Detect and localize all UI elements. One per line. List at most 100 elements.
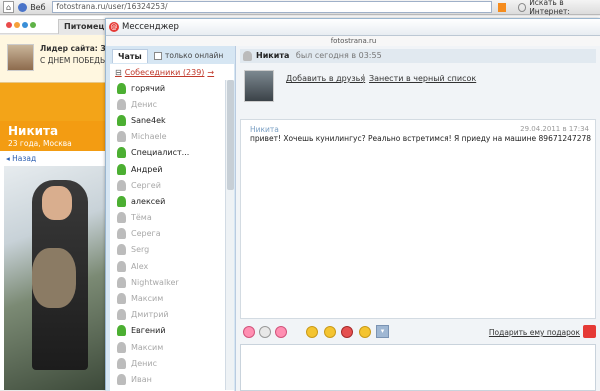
address-bar[interactable]: fotostrana.ru/user/16324253/ bbox=[51, 1, 492, 13]
heart-smiley-icon[interactable] bbox=[341, 326, 353, 338]
contact-item[interactable]: горячий bbox=[110, 80, 224, 96]
contact-name: Michaele bbox=[131, 132, 167, 142]
leader-title: Лидер сайта: З bbox=[40, 44, 106, 53]
smiley-laugh-icon[interactable] bbox=[359, 326, 371, 338]
web-tab[interactable]: Веб bbox=[18, 2, 46, 12]
offline-status-icon bbox=[117, 373, 126, 385]
chat-partner-name[interactable]: Никита bbox=[256, 51, 289, 60]
contacts-scrollbar[interactable] bbox=[225, 80, 234, 390]
contact-item[interactable]: Серега bbox=[110, 226, 224, 242]
offline-status-icon bbox=[117, 276, 126, 288]
last-seen: был сегодня в 03:55 bbox=[295, 51, 382, 60]
contacts-group-header[interactable]: ⊟ Собеседники (239) → bbox=[115, 68, 214, 77]
offline-status-icon bbox=[117, 357, 126, 369]
contact-name: Тёма bbox=[131, 213, 152, 223]
cat-icon[interactable] bbox=[259, 326, 271, 338]
online-status-icon bbox=[117, 114, 126, 126]
contact-item[interactable]: Nightwalker bbox=[110, 274, 224, 290]
contact-item[interactable]: Тёма bbox=[110, 210, 224, 226]
rss-icon[interactable] bbox=[497, 2, 506, 12]
photo-cat bbox=[32, 248, 76, 308]
message-area: Никита 29.04.2011 в 17:34 привет! Хочешь… bbox=[240, 119, 596, 319]
back-link[interactable]: ◂ Назад bbox=[6, 154, 36, 163]
contact-item[interactable]: Максим bbox=[110, 290, 224, 306]
contact-name: Денис bbox=[131, 358, 157, 368]
leader-message: С ДНЕМ ПОБЕДЫ! bbox=[40, 56, 110, 65]
contact-item[interactable]: Специалист... bbox=[110, 145, 224, 161]
contact-item[interactable]: Sane4ek bbox=[110, 112, 224, 128]
contact-item[interactable]: Иван bbox=[110, 371, 224, 387]
collapse-icon[interactable]: ⊟ bbox=[115, 68, 122, 77]
messenger-window: @ Мессенджер fotostrana.ru Чаты только о… bbox=[105, 18, 600, 391]
leader-block: Лидер сайта: З С ДНЕМ ПОБЕДЫ! bbox=[0, 35, 110, 121]
online-only-toggle[interactable]: только онлайн bbox=[154, 51, 223, 60]
online-only-label: только онлайн bbox=[165, 51, 224, 60]
offline-status-icon bbox=[117, 179, 126, 191]
more-emoticons-icon[interactable]: ▾ bbox=[376, 325, 389, 338]
search-area[interactable]: Искать в Интернет: bbox=[517, 0, 600, 16]
photo-face bbox=[42, 186, 72, 220]
offline-status-icon bbox=[117, 293, 126, 305]
message-author[interactable]: Никита bbox=[250, 125, 279, 134]
contact-name: горячий bbox=[131, 83, 166, 93]
contact-item[interactable]: Alex bbox=[110, 258, 224, 274]
angel-icon[interactable] bbox=[275, 326, 287, 338]
contact-item[interactable]: Денис bbox=[110, 355, 224, 371]
contact-item[interactable]: Денис bbox=[110, 96, 224, 112]
gift-icon[interactable] bbox=[583, 325, 596, 338]
search-icon bbox=[517, 2, 527, 12]
contact-item[interactable]: Сергей bbox=[110, 177, 224, 193]
smiley-wink-icon[interactable] bbox=[324, 326, 336, 338]
smiley-icon[interactable] bbox=[306, 326, 318, 338]
offline-status-icon bbox=[117, 341, 126, 353]
conversation-panel: Никита был сегодня в 03:55 Добавить в др… bbox=[236, 46, 600, 391]
online-only-checkbox[interactable] bbox=[154, 51, 162, 60]
home-icon[interactable]: ⌂ bbox=[3, 1, 15, 13]
contact-item[interactable]: алексей bbox=[110, 193, 224, 209]
contact-name: Денис bbox=[131, 99, 157, 109]
tab-chats[interactable]: Чаты bbox=[112, 49, 148, 63]
profile-name: Никита bbox=[8, 124, 59, 138]
gift-link[interactable]: Подарить ему подарок bbox=[489, 328, 580, 337]
messenger-domain: fotostrana.ru bbox=[106, 36, 600, 46]
leader-inner: Лидер сайта: З С ДНЕМ ПОБЕДЫ! bbox=[0, 35, 110, 83]
user-status-icon bbox=[243, 51, 252, 61]
contacts-sidebar: Чаты только онлайн ⊟ Собеседники (239) →… bbox=[106, 46, 236, 391]
online-status-icon bbox=[117, 82, 126, 94]
contact-name: Максим bbox=[131, 342, 164, 352]
online-status-icon bbox=[117, 163, 126, 175]
contact-name: Максим bbox=[131, 294, 164, 304]
online-status-icon bbox=[117, 325, 126, 337]
contact-name: Nightwalker bbox=[131, 277, 179, 287]
message-input[interactable] bbox=[240, 344, 596, 391]
contact-item[interactable]: Michaele bbox=[110, 129, 224, 145]
contact-name: Alex bbox=[131, 261, 149, 271]
contact-item[interactable]: Максим bbox=[110, 339, 224, 355]
site-logo-icon[interactable] bbox=[6, 19, 36, 28]
message-text: привет! Хочешь кунилингус? Реально встре… bbox=[250, 134, 592, 143]
contact-item[interactable]: Serg bbox=[110, 242, 224, 258]
contact-item[interactable]: Евгений bbox=[110, 323, 224, 339]
contact-name: Андрей bbox=[131, 164, 163, 174]
scrollbar-thumb[interactable] bbox=[227, 80, 234, 190]
contact-name: Специалист... bbox=[131, 148, 190, 158]
leader-avatar[interactable] bbox=[7, 44, 34, 71]
add-friend-link[interactable]: Добавить в друзья bbox=[286, 74, 365, 83]
contact-item[interactable]: Дмитрий bbox=[110, 307, 224, 323]
profile-photo[interactable] bbox=[4, 166, 105, 390]
conversation-header: Никита был сегодня в 03:55 bbox=[240, 49, 596, 63]
lips-icon[interactable] bbox=[243, 326, 255, 338]
blacklist-link[interactable]: Занести в черный список bbox=[369, 74, 476, 83]
message-toolbar: ▾ Подарить ему подарок bbox=[240, 325, 596, 341]
offline-status-icon bbox=[117, 244, 126, 256]
globe-icon bbox=[18, 2, 28, 12]
contact-name: Евгений bbox=[131, 326, 166, 336]
chat-partner-avatar[interactable] bbox=[244, 70, 274, 102]
tab-pet[interactable]: Питомец bbox=[58, 19, 111, 34]
contact-name: алексей bbox=[131, 196, 166, 206]
messenger-titlebar: @ Мессенджер bbox=[106, 19, 600, 36]
contact-item[interactable]: Андрей bbox=[110, 161, 224, 177]
online-status-icon bbox=[117, 195, 126, 207]
web-label: Веб bbox=[30, 2, 46, 12]
contact-name: Sane4ek bbox=[131, 115, 166, 125]
